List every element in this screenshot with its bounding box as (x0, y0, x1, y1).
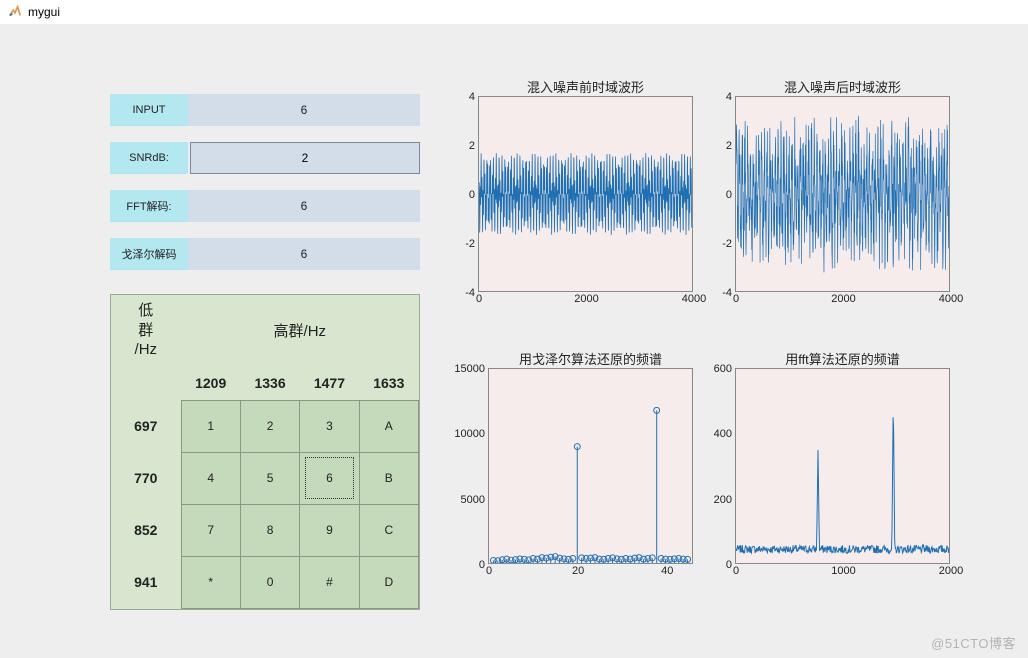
keypad-button-A[interactable]: A (359, 400, 418, 452)
x-tick: 0 (476, 293, 482, 305)
keypad-button-2[interactable]: 2 (240, 400, 299, 452)
y-tick: 4 (726, 91, 732, 103)
col-header-1336: 1336 (240, 366, 299, 400)
x-tick: 0 (733, 565, 739, 577)
plot-title: 混入噪声前时域波形 (479, 77, 692, 96)
keypad-button-0[interactable]: 0 (240, 556, 299, 608)
x-tick: 2000 (574, 293, 598, 305)
fft-decode-value: 6 (188, 190, 420, 222)
keypad-button-*[interactable]: * (181, 556, 240, 608)
y-tick: 0 (726, 559, 732, 571)
dtmf-keypad-panel: 低 群 /Hz 高群/Hz 1209133614771633697123A770… (110, 294, 420, 610)
goertzel-decode-label: 戈泽尔解码 (110, 238, 188, 270)
y-tick: 2 (469, 140, 475, 152)
keypad-button-7[interactable]: 7 (181, 504, 240, 556)
keypad-button-1[interactable]: 1 (181, 400, 240, 452)
plot-fft-spectrum: 用fft算法还原的频谱 0200400600010002000 (735, 368, 950, 564)
x-tick: 0 (733, 293, 739, 305)
hz-text: /Hz (111, 340, 181, 360)
keypad-button-9[interactable]: 9 (300, 504, 359, 556)
high-group-header: 高群/Hz (181, 295, 419, 366)
y-tick: 10000 (454, 428, 485, 440)
row-header-852: 852 (111, 504, 181, 556)
keypad-button-6[interactable]: 6 (300, 452, 359, 504)
matlab-logo-icon (8, 5, 22, 19)
x-tick: 4000 (939, 293, 963, 305)
plot-title: 用戈泽尔算法还原的频谱 (489, 349, 692, 368)
x-tick: 20 (572, 565, 584, 577)
x-tick: 2000 (831, 293, 855, 305)
plot-noisy-time-domain: 混入噪声后时域波形 -4-2024020004000 (735, 96, 950, 292)
x-tick: 4000 (682, 293, 706, 305)
keypad-button-8[interactable]: 8 (240, 504, 299, 556)
low-text: 低 (111, 301, 181, 321)
y-tick: 2 (726, 140, 732, 152)
y-tick: 5000 (461, 494, 485, 506)
y-tick: 600 (714, 363, 732, 375)
keypad-button-D[interactable]: D (359, 556, 418, 608)
row-header-941: 941 (111, 556, 181, 608)
col-header-1209: 1209 (181, 366, 240, 400)
y-tick: 200 (714, 494, 732, 506)
x-tick: 2000 (939, 565, 963, 577)
y-tick: 15000 (454, 363, 485, 375)
plot-goertzel-spectrum: 用戈泽尔算法还原的频谱 05000100001500002040 (488, 368, 693, 564)
window-titlebar: mygui (0, 0, 1028, 24)
fft-decode-label: FFT解码: (110, 190, 188, 222)
keypad-button-#[interactable]: # (300, 556, 359, 608)
low-group-header: 低 群 /Hz (111, 295, 181, 366)
input-fields-panel: INPUT 6 SNRdB: 2 FFT解码: 6 戈泽尔解码 6 (110, 94, 420, 286)
plot-title: 混入噪声后时域波形 (736, 77, 949, 96)
plot-title: 用fft算法还原的频谱 (736, 349, 949, 368)
input-label: INPUT (110, 94, 188, 126)
keypad-button-3[interactable]: 3 (300, 400, 359, 452)
window-title: mygui (28, 5, 60, 19)
col-header-1633: 1633 (359, 366, 418, 400)
x-tick: 0 (486, 565, 492, 577)
figure-background: INPUT 6 SNRdB: 2 FFT解码: 6 戈泽尔解码 6 低 群 /H… (0, 24, 1028, 658)
y-tick: 0 (479, 559, 485, 571)
x-tick: 1000 (831, 565, 855, 577)
col-header-1477: 1477 (300, 366, 359, 400)
row-header-770: 770 (111, 452, 181, 504)
input-value-display: 6 (188, 94, 420, 126)
goertzel-decode-value: 6 (188, 238, 420, 270)
group-text: 群 (111, 321, 181, 341)
keypad-button-4[interactable]: 4 (181, 452, 240, 504)
snr-input[interactable]: 2 (190, 142, 420, 174)
keypad-button-5[interactable]: 5 (240, 452, 299, 504)
y-tick: -4 (722, 287, 732, 299)
keypad-button-C[interactable]: C (359, 504, 418, 556)
y-tick: 0 (726, 189, 732, 201)
x-tick: 40 (661, 565, 673, 577)
y-tick: 4 (469, 91, 475, 103)
row-header-697: 697 (111, 400, 181, 452)
y-tick: -2 (722, 238, 732, 250)
plot-clean-time-domain: 混入噪声前时域波形 -4-2024020004000 (478, 96, 693, 292)
y-tick: -4 (465, 287, 475, 299)
keypad-button-B[interactable]: B (359, 452, 418, 504)
y-tick: -2 (465, 238, 475, 250)
y-tick: 400 (714, 428, 732, 440)
watermark-text: @51CTO博客 (931, 633, 1016, 652)
snr-label: SNRdB: (110, 142, 188, 174)
y-tick: 0 (469, 189, 475, 201)
